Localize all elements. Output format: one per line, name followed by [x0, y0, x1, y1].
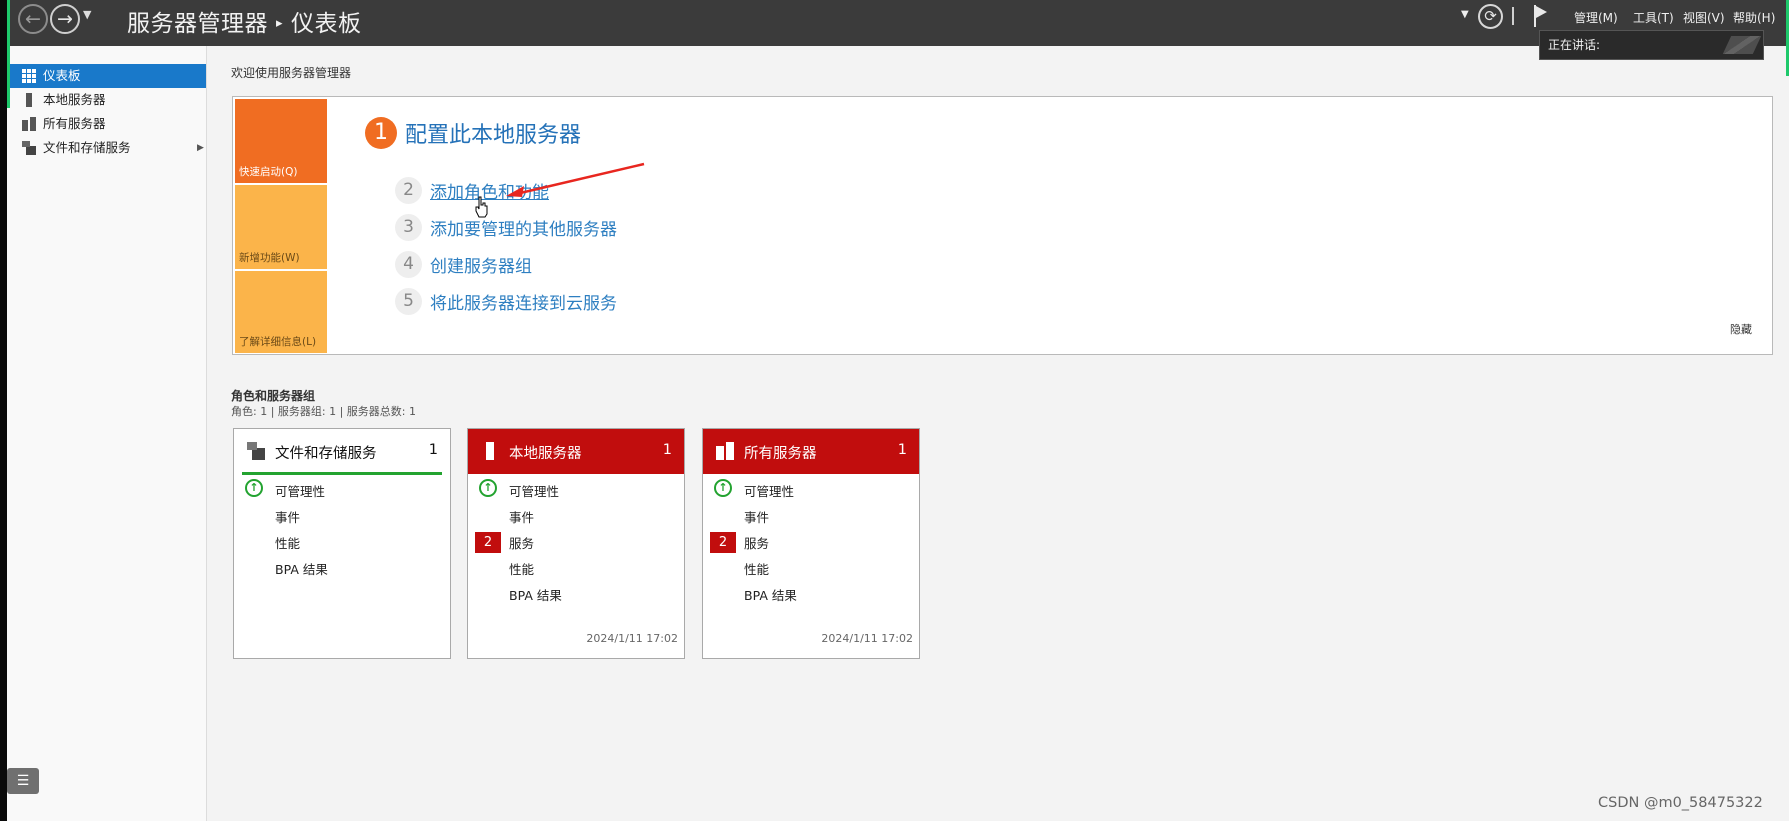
welcome-heading: 欢迎使用服务器管理器 — [231, 66, 352, 80]
server-icon — [481, 442, 499, 460]
tile-label: 了解详细信息(L) — [239, 336, 317, 348]
tooltip-text: 正在讲话: — [1548, 38, 1601, 52]
step-number-badge: 1 — [365, 117, 397, 149]
tooltip-logo-icon — [1722, 36, 1762, 54]
storage-icon — [22, 141, 36, 155]
step-number: 2 — [395, 177, 422, 204]
forward-arrow-icon[interactable]: → — [50, 4, 80, 34]
status-ok-icon: ↑ — [714, 479, 732, 497]
row-performance[interactable]: 性能 — [744, 559, 769, 578]
add-servers-link[interactable]: 添加要管理的其他服务器 — [430, 215, 617, 240]
tile-quick-start[interactable]: 快速启动(Q) — [235, 99, 327, 183]
row-manageability[interactable]: 可管理性 — [275, 481, 325, 500]
step-number: 3 — [395, 214, 422, 241]
row-bpa-results[interactable]: BPA 结果 — [744, 585, 797, 604]
hand-cursor-icon — [475, 196, 488, 218]
menu-tools[interactable]: 工具(T) — [1633, 9, 1674, 26]
breadcrumb-separator-icon: ▸ — [276, 16, 284, 31]
tile-whats-new[interactable]: 新增功能(W) — [235, 185, 327, 269]
sidebar-item-file-storage[interactable]: 文件和存储服务 ▶ — [7, 136, 206, 160]
row-bpa-results[interactable]: BPA 结果 — [509, 585, 562, 604]
speaking-tooltip: 正在讲话: — [1539, 30, 1764, 60]
sidebar-item-dashboard[interactable]: 仪表板 — [7, 64, 206, 88]
dropdown-icon[interactable]: ▼ — [1461, 9, 1469, 43]
page-title: 仪表板 — [291, 11, 362, 37]
notification-flag-icon[interactable] — [1534, 5, 1548, 27]
refresh-icon[interactable]: ⟳ — [1478, 4, 1503, 29]
tile-local-server[interactable]: 本地服务器 1 ↑ 可管理性 事件 2 服务 性能 BPA 结果 2024/1/… — [467, 428, 685, 659]
tile-all-servers[interactable]: 所有服务器 1 ↑ 可管理性 事件 2 服务 性能 BPA 结果 2024/1/… — [702, 428, 920, 659]
connect-cloud-step[interactable]: 5 将此服务器连接到云服务 — [395, 288, 617, 316]
expand-arrow-icon[interactable]: ▶ — [197, 136, 204, 160]
tile-title: 所有服务器 — [744, 446, 817, 462]
tile-title: 文件和存储服务 — [275, 446, 377, 462]
dashboard-grid-icon — [22, 69, 36, 83]
row-performance[interactable]: 性能 — [275, 533, 300, 552]
server-icon — [22, 93, 36, 107]
tile-title: 本地服务器 — [509, 446, 582, 462]
row-manageability[interactable]: 可管理性 — [509, 481, 559, 500]
status-bar — [242, 472, 442, 475]
step-number: 4 — [395, 251, 422, 278]
sidebar: 仪表板 本地服务器 所有服务器 文件和存储服务 ▶ — [7, 46, 207, 821]
sidebar-item-label: 本地服务器 — [43, 92, 106, 107]
row-events[interactable]: 事件 — [744, 507, 769, 526]
back-arrow-icon[interactable]: ← — [18, 4, 48, 34]
configure-local-server-link[interactable]: 配置此本地服务器 — [405, 117, 581, 149]
hide-link[interactable]: 隐藏 — [1730, 321, 1752, 337]
tile-timestamp: 2024/1/11 17:02 — [586, 632, 678, 645]
sidebar-item-all-servers[interactable]: 所有服务器 — [7, 112, 206, 136]
status-ok-icon: ↑ — [479, 479, 497, 497]
tile-label: 快速启动(Q) — [239, 166, 298, 178]
annotation-arrow-icon — [506, 162, 645, 197]
tile-count: 1 — [428, 442, 438, 458]
storage-icon — [247, 442, 265, 460]
tile-timestamp: 2024/1/11 17:02 — [821, 632, 913, 645]
sidebar-item-label: 仪表板 — [43, 68, 81, 83]
tile-header[interactable]: 本地服务器 1 — [468, 429, 684, 474]
roles-section-title: 角色和服务器组 — [231, 389, 316, 403]
alert-count-badge: 2 — [710, 532, 736, 553]
menu-view[interactable]: 视图(V) — [1683, 9, 1725, 26]
task-list-icon[interactable]: ☰ — [7, 768, 39, 794]
menu-help[interactable]: 帮助(H) — [1733, 9, 1775, 26]
sidebar-item-label: 文件和存储服务 — [43, 140, 131, 155]
tile-file-storage[interactable]: 文件和存储服务 1 ↑ 可管理性 事件 性能 BPA 结果 — [233, 428, 451, 659]
row-services[interactable]: 服务 — [509, 533, 534, 552]
row-services[interactable]: 服务 — [744, 533, 769, 552]
row-bpa-results[interactable]: BPA 结果 — [275, 559, 328, 578]
tile-learn-more[interactable]: 了解详细信息(L) — [235, 271, 327, 353]
menu-manage[interactable]: 管理(M) — [1574, 9, 1618, 26]
watermark: CSDN @m0_58475322 — [1598, 795, 1763, 811]
toolbar-divider — [1512, 7, 1514, 25]
app-title: 服务器管理器 — [127, 11, 268, 37]
alert-count-badge: 2 — [475, 532, 501, 553]
sidebar-item-label: 所有服务器 — [43, 116, 106, 131]
connect-cloud-link[interactable]: 将此服务器连接到云服务 — [430, 289, 617, 314]
row-manageability[interactable]: 可管理性 — [744, 481, 794, 500]
configure-local-server-step[interactable]: 1 配置此本地服务器 — [365, 117, 581, 149]
breadcrumb: 服务器管理器 ▸ 仪表板 — [127, 4, 362, 38]
roles-summary: 角色: 1 | 服务器组: 1 | 服务器总数: 1 — [231, 405, 417, 418]
tile-header[interactable]: 所有服务器 1 — [703, 429, 919, 474]
quick-start-panel: 快速启动(Q) 新增功能(W) 了解详细信息(L) 1 配置此本地服务器 2 添加角… — [232, 96, 1773, 355]
history-dropdown-icon[interactable]: ▼ — [83, 8, 91, 21]
create-server-group-link[interactable]: 创建服务器组 — [430, 252, 532, 277]
tile-label: 新增功能(W) — [239, 252, 300, 264]
step-number: 5 — [395, 288, 422, 315]
tile-count: 1 — [897, 442, 907, 458]
title-bar: ← → ▼ 服务器管理器 ▸ 仪表板 ▼ ⟳ 管理(M) 工具(T) 视图(V) 帮… — [0, 0, 1789, 46]
screen-edge — [0, 0, 7, 821]
tile-header[interactable]: 文件和存储服务 1 — [234, 429, 450, 475]
tile-count: 1 — [662, 442, 672, 458]
row-events[interactable]: 事件 — [275, 507, 300, 526]
add-servers-step[interactable]: 3 添加要管理的其他服务器 — [395, 214, 617, 242]
sidebar-item-local-server[interactable]: 本地服务器 — [7, 88, 206, 112]
servers-icon — [716, 442, 734, 460]
servers-icon — [22, 117, 36, 131]
create-server-group-step[interactable]: 4 创建服务器组 — [395, 251, 532, 279]
row-performance[interactable]: 性能 — [509, 559, 534, 578]
status-ok-icon: ↑ — [245, 479, 263, 497]
row-events[interactable]: 事件 — [509, 507, 534, 526]
